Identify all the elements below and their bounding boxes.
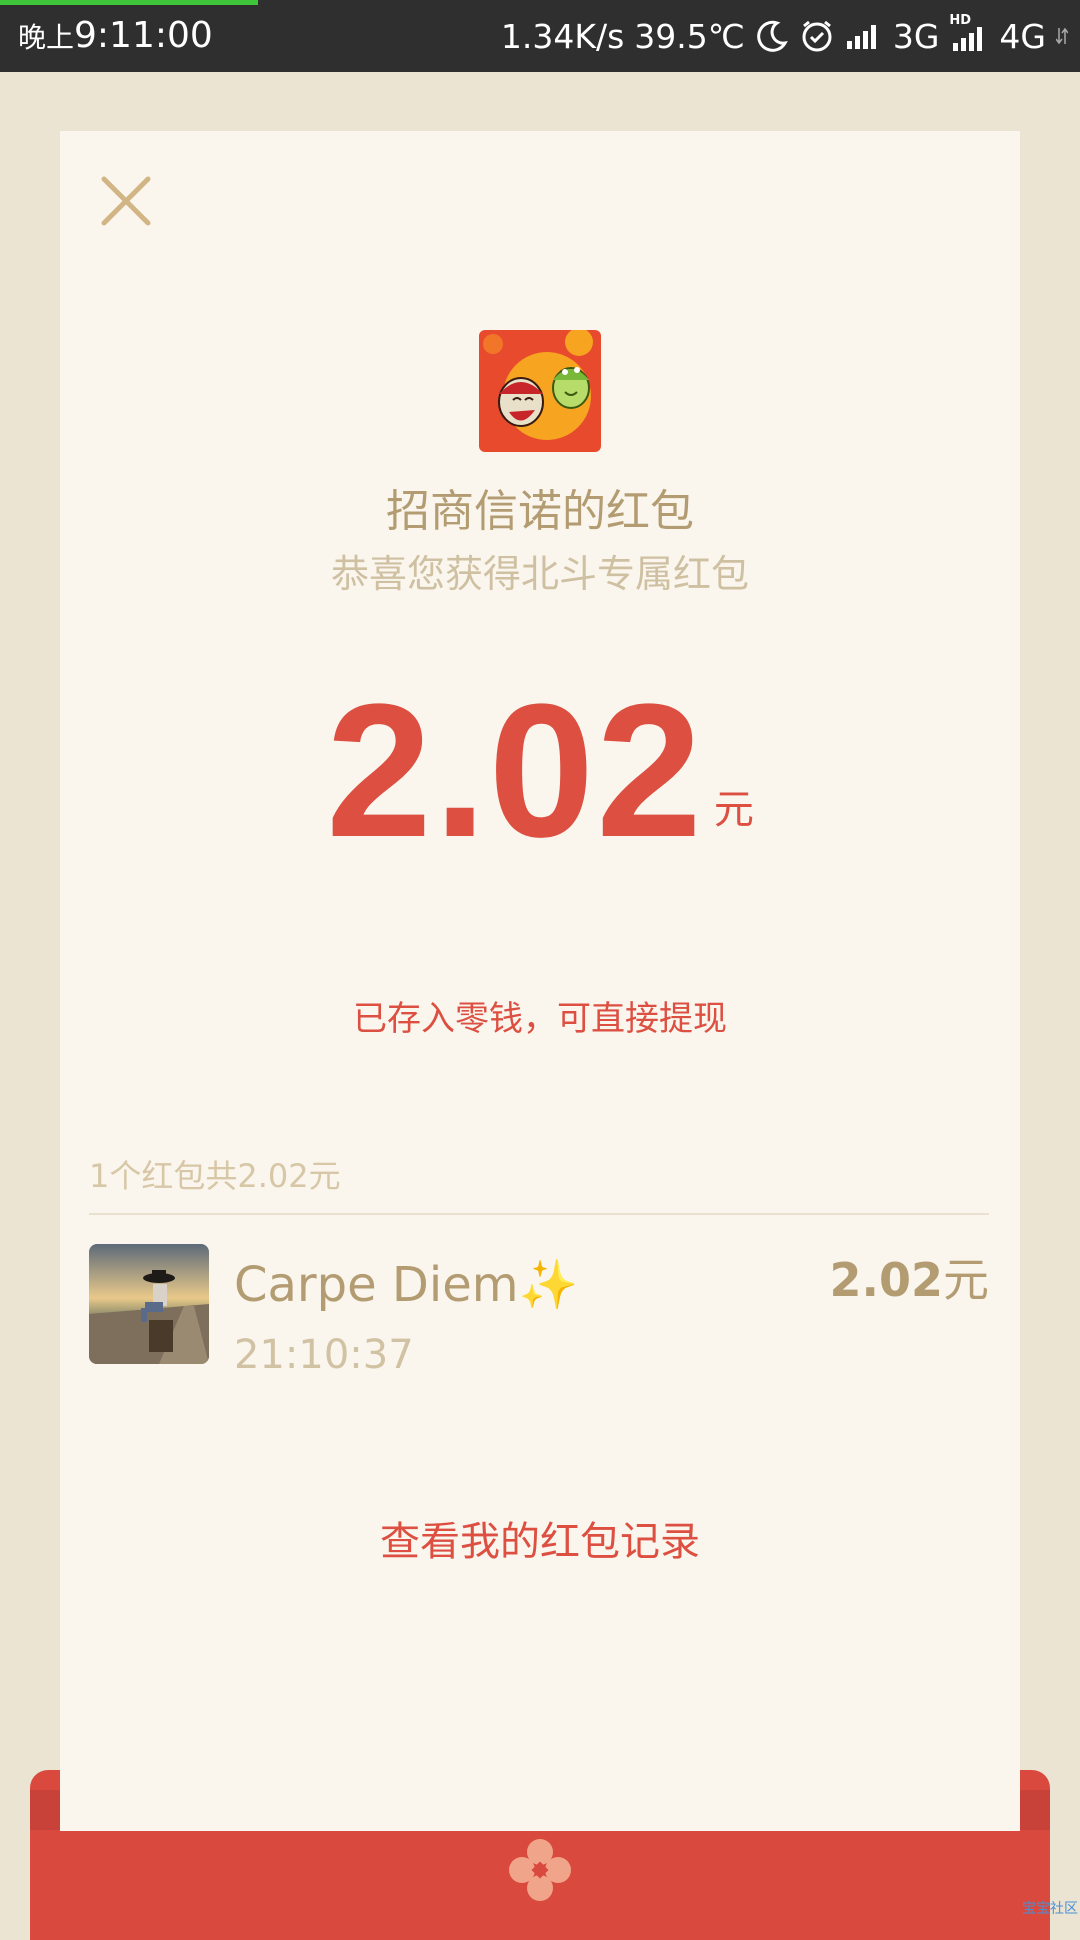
list-item[interactable]: Carpe Diem✨ 21:10:37 2.02元 <box>89 1244 990 1378</box>
signal-icon <box>845 21 883 51</box>
packet-summary: 1个红包共2.02元 <box>89 1157 341 1195</box>
sender-title: 招商信诺的红包 <box>386 486 694 537</box>
amount-display: 2.02 元 <box>60 671 1020 871</box>
envelope-flower-icon <box>508 1838 572 1902</box>
net-4g-label: 4G <box>999 16 1046 56</box>
page-load-progress <box>0 0 258 5</box>
moon-icon <box>755 19 789 53</box>
status-ampm: 晚上 <box>18 21 75 54</box>
close-button[interactable] <box>96 171 156 231</box>
close-icon <box>101 176 151 226</box>
signal-hd-icon: HD <box>949 13 989 53</box>
amount-unit: 元 <box>713 787 754 833</box>
red-packet-card: 招商信诺的红包 恭喜您获得北斗专属红包 2.02 元 已存入零钱，可直接提现 1… <box>60 131 1020 1831</box>
view-history-link[interactable]: 查看我的红包记录 <box>60 1509 1020 1567</box>
recipient-amount: 2.02元 <box>830 1244 990 1310</box>
alarm-icon <box>799 18 835 54</box>
status-indicators: 1.34K/s 39.5℃ 3G HD 4G <box>500 13 1068 58</box>
recipient-name: Carpe Diem✨ <box>234 1257 579 1313</box>
divider <box>89 1213 989 1215</box>
card-zigzag-edge <box>60 1818 1020 1830</box>
avatar[interactable] <box>89 1244 209 1364</box>
recipient-amount-value: 2.02 <box>829 1253 944 1307</box>
recipient-amount-unit: 元 <box>943 1253 989 1307</box>
greeting-text: 恭喜您获得北斗专属红包 <box>330 552 749 596</box>
data-arrows-icon <box>1056 26 1068 46</box>
status-bar: 晚上9:11:00 1.34K/s 39.5℃ 3G HD 4G <box>0 0 1080 72</box>
receive-time: 21:10:37 <box>234 1332 414 1378</box>
net-3g-label: 3G <box>892 16 940 56</box>
sender-logo <box>479 330 601 452</box>
amount-value: 2.02 <box>326 665 704 877</box>
temperature: 39.5℃ <box>634 16 745 56</box>
watermark: 宝宝社区 <box>1022 1901 1078 1917</box>
deposit-note: 已存入零钱，可直接提现 <box>353 999 727 1039</box>
net-speed: 1.34K/s <box>500 16 625 56</box>
envelope-shade-right <box>1020 1790 1050 1830</box>
status-time: 9:11:00 <box>74 15 213 56</box>
envelope-shade-left <box>30 1790 60 1830</box>
status-clock: 晚上9:11:00 <box>18 14 213 60</box>
